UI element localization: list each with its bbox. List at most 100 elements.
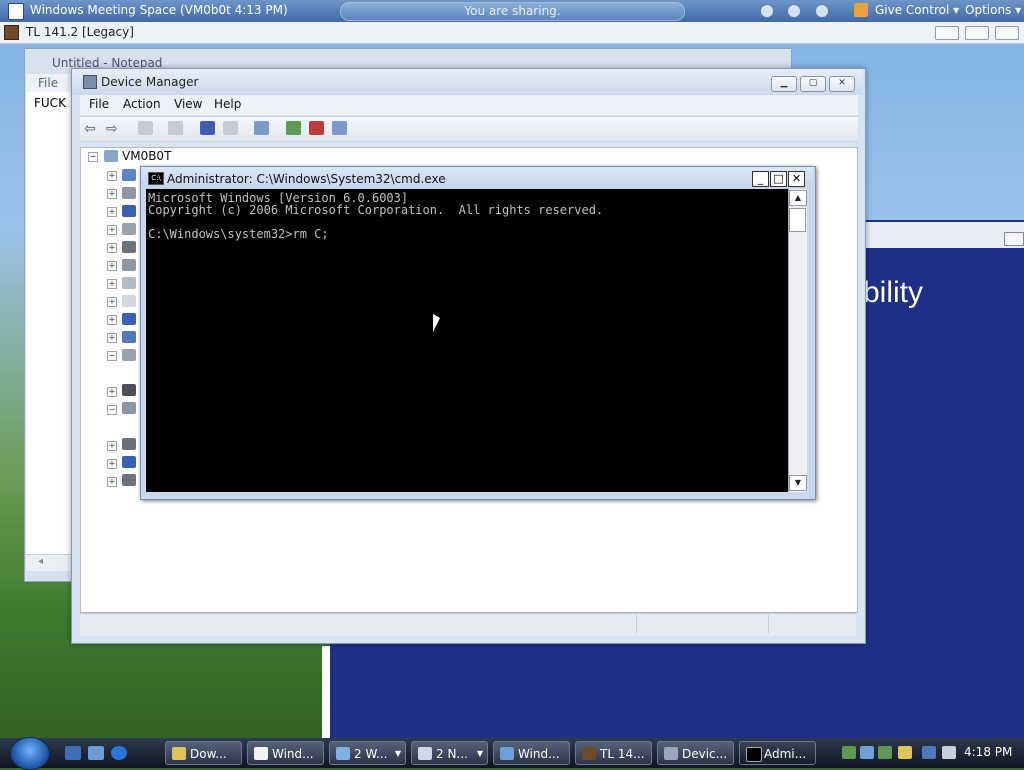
notification-tray-icon[interactable] — [898, 746, 912, 759]
tree-expand-icon[interactable]: + — [107, 441, 117, 451]
minecraft-icon — [582, 747, 596, 760]
taskbar-button-meeting-space[interactable]: Wind... — [247, 741, 324, 765]
tree-expand-icon[interactable]: + — [107, 207, 117, 217]
device-category-icon — [122, 277, 136, 289]
scan-hardware-icon[interactable] — [254, 121, 269, 135]
tl-restore-button[interactable] — [965, 26, 989, 40]
taskbar-button-label: TL 14... — [600, 747, 645, 761]
menu-action[interactable]: Action — [123, 97, 161, 111]
tree-expand-icon[interactable]: + — [107, 387, 117, 397]
tree-expand-icon[interactable]: + — [107, 315, 117, 325]
notepad-text-area[interactable] — [26, 92, 72, 554]
meeting-space-icon — [254, 747, 268, 760]
properties-icon[interactable] — [168, 121, 183, 135]
tree-root-node[interactable]: VM0B0T — [122, 149, 171, 163]
show-sharing-icon[interactable] — [815, 4, 829, 18]
forward-arrow-icon[interactable]: ⇨ — [106, 121, 118, 137]
cmd-minimize-button[interactable]: _ — [752, 171, 769, 187]
help-icon[interactable] — [200, 121, 215, 135]
scroll-left-icon[interactable]: ◂ — [38, 556, 43, 567]
tree-expand-icon[interactable]: + — [107, 477, 117, 487]
menu-file[interactable]: File — [89, 97, 109, 111]
taskbar-button-downloads[interactable]: Dow... — [165, 741, 242, 765]
start-button[interactable] — [10, 737, 50, 770]
device-category-icon — [122, 223, 136, 235]
tl-minimize-button[interactable] — [935, 26, 959, 40]
menu-help[interactable]: Help — [214, 97, 241, 111]
stop-sharing-icon[interactable] — [760, 4, 774, 18]
other-devices-icon — [122, 349, 136, 361]
notepad-content: FUCK — [34, 96, 66, 110]
give-control-button[interactable]: Give Control ▾ — [875, 3, 959, 17]
monitor-icon — [122, 313, 136, 325]
console-line: C:\Windows\system32>rm C; — [148, 227, 329, 241]
cmd-vertical-scrollbar[interactable] — [788, 189, 807, 492]
switch-windows-icon[interactable] — [88, 746, 104, 760]
internet-explorer-icon[interactable] — [111, 746, 127, 760]
options-button[interactable]: Options ▾ — [965, 3, 1021, 17]
device-manager-maximize-button[interactable]: ▢ — [800, 76, 826, 92]
action-pane-icon[interactable] — [223, 121, 238, 135]
tree-expand-icon[interactable]: + — [107, 225, 117, 235]
taskbar-button-windows[interactable]: Wind... — [493, 741, 570, 765]
network-tray-icon[interactable] — [922, 746, 936, 759]
cmd-maximize-button[interactable]: □ — [770, 171, 787, 187]
taskbar-button-label: Dow... — [190, 747, 227, 761]
taskbar-group-notepad[interactable]: 2 N... ▼ — [411, 741, 488, 765]
tree-expand-icon[interactable]: + — [107, 261, 117, 271]
device-manager-icon — [664, 747, 678, 760]
notepad-horizontal-scrollbar[interactable] — [26, 554, 72, 571]
background-window-text: bility — [863, 276, 924, 309]
device-category-icon — [122, 205, 136, 217]
taskbar-clock[interactable]: 4:18 PM — [964, 745, 1012, 759]
network-icon — [122, 331, 136, 343]
sharing-status[interactable]: You are sharing. — [340, 2, 685, 21]
safely-remove-tray-icon[interactable] — [878, 746, 892, 759]
taskbar-button-tl[interactable]: TL 14... — [575, 741, 652, 765]
scroll-down-icon[interactable]: ▼ — [789, 475, 807, 491]
system-devices-icon — [122, 438, 136, 450]
taskbar-button-label: 2 W... — [354, 747, 388, 761]
tree-expand-icon[interactable]: + — [107, 171, 117, 181]
tree-expand-icon[interactable]: + — [107, 297, 117, 307]
tree-expand-icon[interactable]: + — [107, 333, 117, 343]
people-tray-icon[interactable] — [860, 746, 874, 759]
disable-device-icon[interactable] — [332, 121, 347, 135]
device-manager-minimize-button[interactable]: ▁ — [771, 76, 797, 92]
tree-collapse-icon[interactable]: − — [88, 152, 98, 162]
tree-collapse-icon[interactable]: − — [107, 405, 117, 415]
meeting-tray-icon[interactable] — [842, 746, 856, 759]
scroll-thumb[interactable] — [789, 208, 806, 232]
notepad-icon — [418, 747, 432, 760]
scroll-up-icon[interactable]: ▲ — [789, 190, 807, 206]
pause-sharing-icon[interactable] — [787, 4, 801, 18]
device-manager-title: Device Manager — [101, 75, 199, 89]
tl-window-titlebar — [0, 22, 1024, 44]
taskbar-button-device-manager[interactable]: Devic... — [657, 741, 734, 765]
volume-muted-icon[interactable] — [942, 746, 956, 759]
taskbar-button-label: Admi... — [764, 747, 807, 761]
uninstall-device-icon[interactable] — [309, 121, 324, 135]
taskbar-group-meeting-space[interactable]: 2 W... ▼ — [329, 741, 406, 765]
notepad-menu-file[interactable]: File — [38, 76, 58, 90]
tl-close-button[interactable] — [995, 26, 1019, 40]
taskbar-button-cmd[interactable]: Admi... — [739, 741, 816, 765]
back-arrow-icon[interactable]: ⇦ — [84, 121, 96, 137]
menu-view[interactable]: View — [174, 97, 202, 111]
tree-expand-icon[interactable]: + — [107, 459, 117, 469]
tree-expand-icon[interactable]: + — [107, 243, 117, 253]
meeting-title: Windows Meeting Space (VM0b0t 4:13 PM) — [30, 3, 288, 17]
tree-expand-icon[interactable]: + — [107, 279, 117, 289]
update-driver-icon[interactable] — [286, 121, 301, 135]
group-arrow-icon: ▼ — [394, 749, 401, 758]
cmd-close-button[interactable]: ✕ — [788, 171, 805, 187]
show-hide-console-tree-icon[interactable] — [138, 121, 153, 135]
background-window-minimize-button[interactable] — [1004, 232, 1024, 246]
tree-expand-icon[interactable]: + — [107, 189, 117, 199]
cmd-icon: C:\ — [148, 172, 164, 185]
status-separator — [768, 615, 769, 633]
meeting-space-icon — [336, 747, 350, 760]
tree-collapse-icon[interactable]: − — [107, 351, 117, 361]
show-desktop-icon[interactable] — [65, 746, 81, 760]
device-manager-close-button[interactable]: ✕ — [829, 76, 855, 92]
